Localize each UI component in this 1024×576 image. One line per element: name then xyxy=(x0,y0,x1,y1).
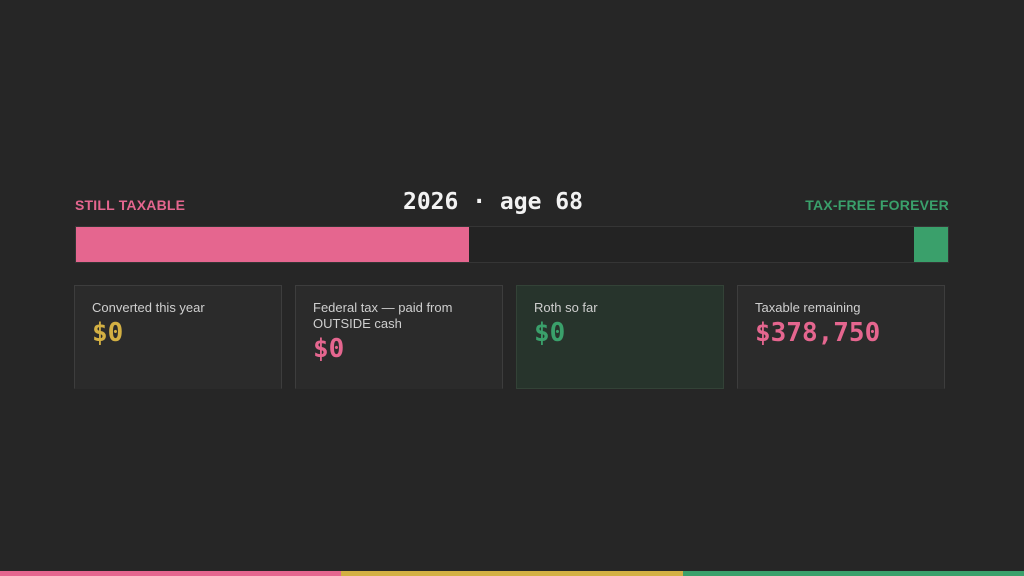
tax-free-forever-label: TAX-FREE FOREVER xyxy=(805,197,949,213)
footer-strip-tax-free xyxy=(682,571,1024,576)
card-label: Taxable remaining xyxy=(755,300,861,315)
roth-fill xyxy=(914,227,948,262)
footer-strip-converted xyxy=(341,571,683,576)
federal-tax-card: Federal tax — paid from OUTSIDE cash $0 xyxy=(295,285,503,389)
summary-cards: Converted this year $0 Federal tax — pai… xyxy=(74,285,946,390)
stage: STILL TAXABLE 2026 · age 68 TAX-FREE FOR… xyxy=(0,0,1024,576)
taxable-remaining-card: Taxable remaining $378,750 xyxy=(737,285,945,389)
roth-so-far-card: Roth so far $0 xyxy=(516,285,724,389)
footer-color-strip xyxy=(0,571,1024,576)
federal-tax-value: $0 xyxy=(313,334,345,364)
taxable-remaining-value: $378,750 xyxy=(755,318,881,348)
card-label: Roth so far xyxy=(534,300,598,315)
taxable-fill xyxy=(76,227,470,262)
conversion-progress-bar xyxy=(75,226,949,263)
converted-this-year-card: Converted this year $0 xyxy=(74,285,282,389)
card-label: Federal tax — paid from OUTSIDE cash xyxy=(313,300,453,331)
converted-value: $0 xyxy=(92,318,124,348)
roth-value: $0 xyxy=(534,318,566,348)
card-label: Converted this year xyxy=(92,300,205,315)
footer-strip-taxable xyxy=(0,571,342,576)
